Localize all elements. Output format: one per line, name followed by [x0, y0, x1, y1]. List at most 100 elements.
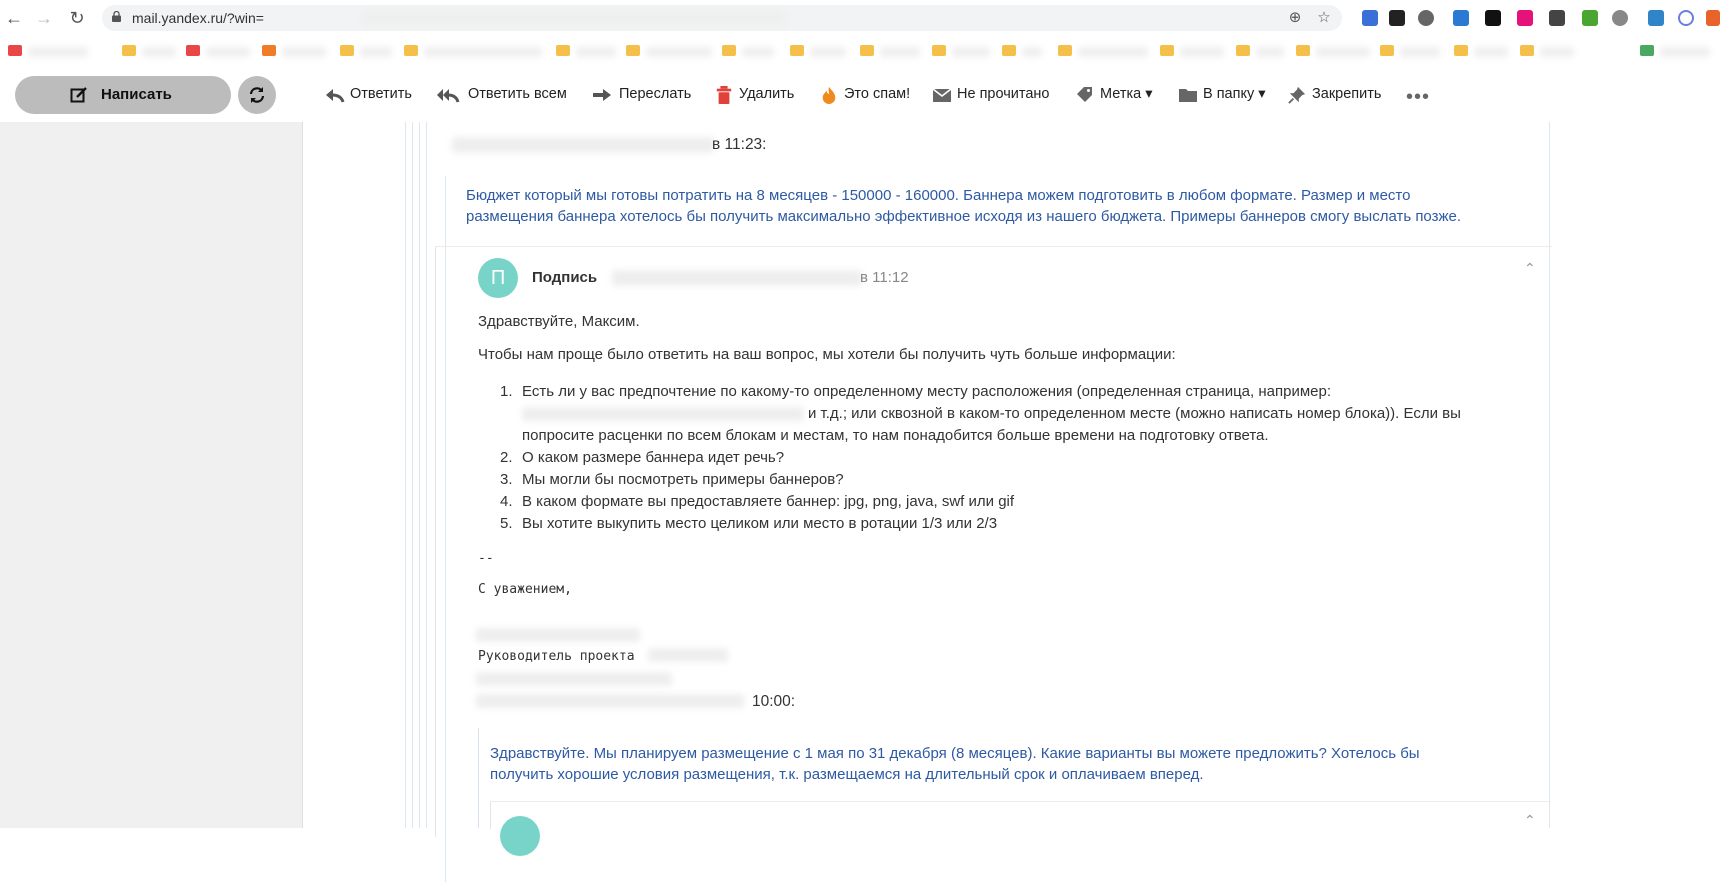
bookmarks-bar	[0, 36, 1722, 66]
envelope-icon	[932, 88, 952, 102]
more-actions-button[interactable]: •••	[1406, 86, 1430, 109]
zoom-icon[interactable]: ⊕	[1286, 9, 1304, 27]
extension-grid-icon[interactable]	[1706, 10, 1720, 26]
reply-all-icon	[437, 89, 460, 103]
list-item-number: 3.	[500, 471, 513, 488]
move-to-folder-label: В папку ▾	[1203, 86, 1266, 102]
bookmark-item[interactable]	[722, 44, 774, 58]
quote-rule	[419, 122, 420, 828]
url-bar[interactable]: mail.yandex.ru/?win= ⊕ ☆	[102, 5, 1342, 31]
greeting-text: Здравствуйте, Максим.	[478, 313, 640, 330]
signature-regards: С уважением,	[478, 582, 572, 597]
nested-collapse-chevron-icon[interactable]: ⌃	[1524, 812, 1536, 829]
compose-button[interactable]: Написать	[15, 76, 231, 114]
signature-name-redacted	[476, 628, 640, 642]
nested-message-card	[490, 801, 1551, 829]
bookmark-item[interactable]	[626, 44, 712, 58]
compose-edit-icon	[70, 87, 87, 103]
signature-company-redacted	[648, 648, 728, 662]
extension-gear-icon[interactable]	[1612, 10, 1628, 26]
bookmark-item[interactable]	[1296, 44, 1370, 58]
trash-icon	[716, 86, 732, 104]
list-item-text: В каком формате вы предоставляете баннер…	[522, 493, 1015, 510]
bookmark-item[interactable]	[860, 44, 920, 58]
compose-label: Написать	[101, 86, 172, 103]
extension-sheet-icon[interactable]	[1389, 10, 1405, 26]
signature-dash: --	[478, 551, 494, 566]
list-item-number: 4.	[500, 493, 513, 510]
bookmark-item[interactable]	[1160, 44, 1224, 58]
quoted-sender-redacted	[476, 694, 744, 708]
list-item-text: Есть ли у вас предпочтение по какому-то …	[522, 383, 1331, 400]
extension-download-icon[interactable]	[1582, 10, 1598, 26]
refresh-icon	[249, 87, 265, 103]
quote-text-line: размещения баннера хотелось бы получить …	[466, 208, 1462, 225]
forward-arrow-icon[interactable]: →	[34, 8, 54, 28]
spam-label: Это спам!	[844, 86, 911, 102]
list-item-text: попросите расценки по всем блокам и мест…	[522, 427, 1269, 444]
list-item-text: и т.д.; или сквозной в каком-то определе…	[808, 405, 1461, 422]
collapse-chevron-icon[interactable]: ⌃	[1524, 260, 1536, 277]
signature-role: Руководитель проекта	[478, 649, 635, 664]
quote-rule	[426, 122, 427, 828]
quoted-time: 10:00:	[752, 693, 796, 710]
sender-email-redacted	[612, 270, 862, 286]
bookmark-item[interactable]	[1640, 44, 1710, 58]
quote-text-line: Здравствуйте. Мы планируем размещение с …	[490, 745, 1420, 762]
intro-text: Чтобы нам проще было ответить на ваш воп…	[478, 346, 1176, 363]
bookmark-item[interactable]	[262, 44, 326, 58]
example-pages-redacted	[522, 407, 804, 421]
bookmark-item[interactable]	[122, 44, 176, 58]
bookmark-item[interactable]	[340, 44, 392, 58]
extension-check-icon[interactable]	[1485, 10, 1501, 26]
back-arrow-icon[interactable]: ←	[4, 8, 24, 28]
forward-label: Переслать	[619, 86, 692, 102]
reply-icon	[326, 89, 345, 103]
forward-icon	[593, 89, 611, 101]
bookmark-item[interactable]	[1454, 44, 1508, 58]
tag-icon	[1077, 87, 1092, 102]
list-item-number: 1.	[500, 383, 513, 400]
folder-icon	[1179, 89, 1197, 102]
bookmark-item[interactable]	[1058, 44, 1148, 58]
list-item-number: 2.	[500, 449, 513, 466]
lock-icon	[112, 11, 121, 22]
quote-text-line: получить хорошие условия размещения, т.к…	[490, 766, 1204, 783]
extension-globe-icon[interactable]	[1418, 10, 1434, 26]
bookmark-item[interactable]	[790, 44, 846, 58]
bookmark-item[interactable]	[1380, 44, 1440, 58]
bookmark-item[interactable]	[1520, 44, 1574, 58]
fire-icon	[822, 86, 836, 104]
extension-pen-icon[interactable]	[1362, 10, 1378, 26]
signature-contact-redacted	[476, 672, 672, 686]
bookmark-item[interactable]	[1236, 44, 1284, 58]
sender-avatar: П	[478, 258, 518, 298]
reply-label: Ответить	[350, 86, 412, 102]
pin-label: Закрепить	[1312, 86, 1382, 102]
extension-s-icon[interactable]	[1648, 10, 1664, 26]
quote-rule	[412, 122, 413, 828]
delete-label: Удалить	[739, 86, 795, 102]
bookmark-item[interactable]	[186, 44, 250, 58]
url-redacted	[364, 12, 784, 24]
extension-info-icon[interactable]	[1453, 10, 1469, 26]
bookmark-item[interactable]	[556, 44, 616, 58]
mail-toolbar: Написать Ответить Ответить всем Переслат…	[0, 66, 1722, 123]
quote-text-line: Бюджет который мы готовы потратить на 8 …	[466, 187, 1411, 204]
bookmark-item[interactable]	[8, 44, 88, 58]
bookmark-star-icon[interactable]: ☆	[1315, 9, 1333, 27]
url-text: mail.yandex.ru/?win=	[132, 10, 264, 26]
bookmark-item[interactable]	[932, 44, 990, 58]
quote-rule	[405, 122, 406, 828]
extension-i-icon[interactable]	[1549, 10, 1565, 26]
quote-rule	[478, 728, 479, 828]
extension-color-icon[interactable]	[1517, 10, 1533, 26]
refresh-button[interactable]	[238, 76, 276, 114]
bookmark-item[interactable]	[1002, 44, 1042, 58]
reload-icon[interactable]: ↻	[67, 8, 87, 28]
label-label: Метка ▾	[1100, 86, 1153, 102]
sender-name[interactable]: Подпись	[532, 269, 597, 286]
bookmark-item[interactable]	[404, 44, 542, 58]
extension-cloud-icon[interactable]	[1678, 10, 1694, 26]
nested-sender-avatar	[500, 816, 540, 856]
